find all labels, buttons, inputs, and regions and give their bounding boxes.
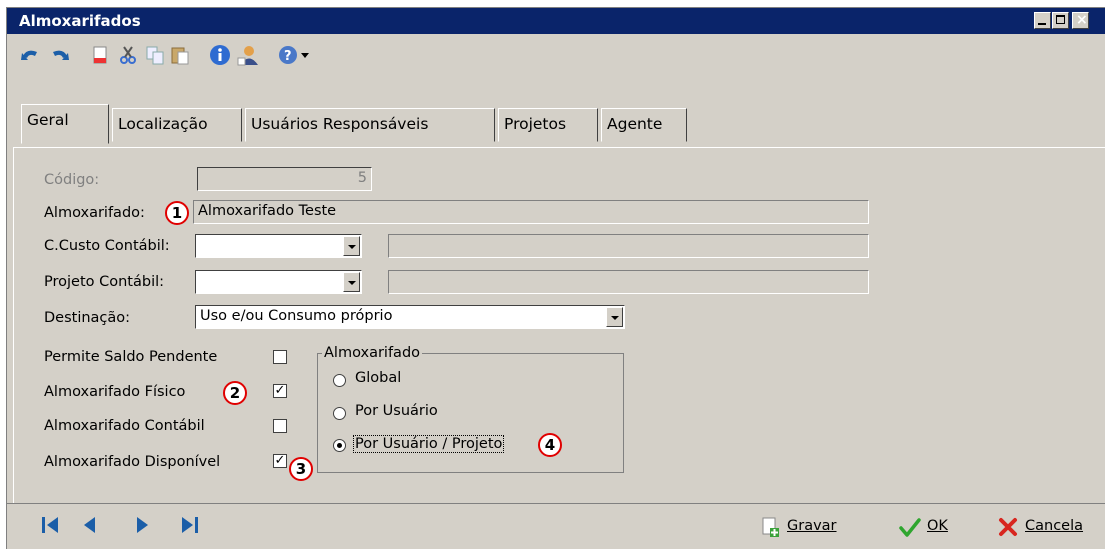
tab-strip: Geral Localização Usuários Responsáveis … bbox=[7, 74, 1105, 144]
tab-label: Projetos bbox=[504, 115, 567, 133]
dropdown-arrow-icon[interactable] bbox=[299, 44, 311, 66]
tab-usuarios-responsaveis[interactable]: Usuários Responsáveis bbox=[245, 108, 495, 142]
radio-por-usuario-projeto-label[interactable]: Por Usuário / Projeto bbox=[353, 435, 505, 453]
destinacao-label: Destinação: bbox=[44, 310, 131, 326]
radio-global-label[interactable]: Global bbox=[355, 370, 401, 386]
tab-label: Geral bbox=[27, 111, 69, 129]
annotation-badge-1: 1 bbox=[165, 201, 189, 225]
copy-icon[interactable] bbox=[144, 44, 166, 66]
chevron-down-icon[interactable] bbox=[343, 236, 360, 256]
toolbar: ? bbox=[7, 35, 1105, 73]
codigo-field: 5 bbox=[197, 167, 372, 191]
tab-label: Localização bbox=[118, 115, 208, 133]
bottom-bar: Gravar OK Cancela bbox=[7, 503, 1105, 549]
cut-icon[interactable] bbox=[117, 44, 139, 66]
destinacao-select[interactable]: Uso e/ou Consumo próprio bbox=[195, 305, 625, 329]
radio-por-usuario[interactable] bbox=[333, 407, 346, 420]
chevron-down-icon[interactable] bbox=[606, 307, 623, 327]
ccusto-label: C.Custo Contábil: bbox=[44, 238, 170, 254]
tab-localizacao[interactable]: Localização bbox=[112, 108, 242, 142]
checkmark-icon: ✓ bbox=[274, 383, 286, 398]
destinacao-value: Uso e/ou Consumo próprio bbox=[200, 308, 393, 324]
permite-saldo-pendente-label: Permite Saldo Pendente bbox=[44, 349, 218, 365]
svg-text:?: ? bbox=[284, 49, 292, 64]
info-icon[interactable] bbox=[209, 44, 231, 66]
user-icon[interactable] bbox=[237, 44, 259, 66]
last-record-icon[interactable] bbox=[179, 514, 201, 536]
redo-icon[interactable] bbox=[49, 44, 71, 66]
annotation-badge-2: 2 bbox=[223, 381, 247, 405]
maximize-icon bbox=[1056, 15, 1065, 24]
permite-saldo-pendente-checkbox[interactable] bbox=[273, 350, 287, 364]
ok-label: OK bbox=[927, 518, 948, 534]
chevron-down-icon[interactable] bbox=[343, 272, 360, 292]
radio-group-title: Almoxarifado bbox=[322, 345, 423, 361]
maximize-button[interactable] bbox=[1052, 12, 1069, 29]
save-icon bbox=[762, 517, 779, 537]
checkmark-icon bbox=[899, 518, 921, 537]
first-record-icon[interactable] bbox=[39, 514, 61, 536]
codigo-label: Código: bbox=[44, 172, 100, 188]
ccusto-description-field bbox=[388, 234, 869, 258]
tab-label: Agente bbox=[607, 115, 663, 133]
ccusto-select[interactable] bbox=[195, 234, 362, 258]
tab-label: Usuários Responsáveis bbox=[251, 115, 429, 133]
minimize-button[interactable] bbox=[1034, 12, 1051, 29]
title-bar: Almoxarifados × bbox=[7, 8, 1105, 34]
close-button[interactable]: × bbox=[1072, 12, 1089, 29]
almoxarifado-contabil-label: Almoxarifado Contábil bbox=[44, 418, 205, 434]
almoxarifado-disponivel-checkbox[interactable]: ✓ bbox=[273, 454, 287, 468]
almoxarifado-label: Almoxarifado: bbox=[44, 205, 145, 221]
paste-icon[interactable] bbox=[169, 44, 191, 66]
checkmark-icon: ✓ bbox=[274, 453, 286, 468]
projeto-description-field bbox=[388, 270, 869, 294]
projeto-select[interactable] bbox=[195, 270, 362, 294]
projeto-label: Projeto Contábil: bbox=[44, 274, 165, 290]
cancel-button[interactable]: Cancela bbox=[997, 516, 1097, 538]
tab-agente[interactable]: Agente bbox=[601, 108, 687, 142]
save-label: Gravar bbox=[787, 518, 837, 534]
minimize-icon bbox=[1038, 23, 1046, 25]
tab-projetos[interactable]: Projetos bbox=[498, 108, 598, 142]
almoxarifado-fisico-label: Almoxarifado Físico bbox=[44, 384, 186, 400]
almoxarifados-window: Almoxarifados × ? Geral Localização Usuá… bbox=[6, 7, 1105, 549]
previous-record-icon[interactable] bbox=[79, 514, 101, 536]
cancel-label: Cancela bbox=[1025, 518, 1084, 534]
ok-button[interactable]: OK bbox=[899, 516, 959, 538]
radio-global[interactable] bbox=[333, 374, 346, 387]
radio-por-usuario-projeto[interactable] bbox=[333, 439, 346, 452]
close-icon: × bbox=[1076, 12, 1088, 28]
annotation-badge-3: 3 bbox=[289, 457, 313, 481]
window-title: Almoxarifados bbox=[19, 12, 141, 30]
new-doc-icon[interactable] bbox=[89, 44, 111, 66]
almoxarifado-disponivel-label: Almoxarifado Disponível bbox=[44, 454, 221, 470]
save-button[interactable]: Gravar bbox=[759, 516, 859, 538]
almoxarifado-field[interactable]: Almoxarifado Teste bbox=[193, 200, 869, 224]
radio-por-usuario-label[interactable]: Por Usuário bbox=[355, 403, 438, 419]
next-record-icon[interactable] bbox=[131, 514, 153, 536]
tab-geral[interactable]: Geral bbox=[21, 104, 109, 144]
annotation-badge-4: 4 bbox=[538, 433, 562, 457]
help-icon[interactable]: ? bbox=[277, 44, 299, 66]
undo-icon[interactable] bbox=[19, 44, 41, 66]
almoxarifado-contabil-checkbox[interactable] bbox=[273, 419, 287, 433]
close-icon bbox=[999, 518, 1017, 536]
almoxarifado-fisico-checkbox[interactable]: ✓ bbox=[273, 384, 287, 398]
